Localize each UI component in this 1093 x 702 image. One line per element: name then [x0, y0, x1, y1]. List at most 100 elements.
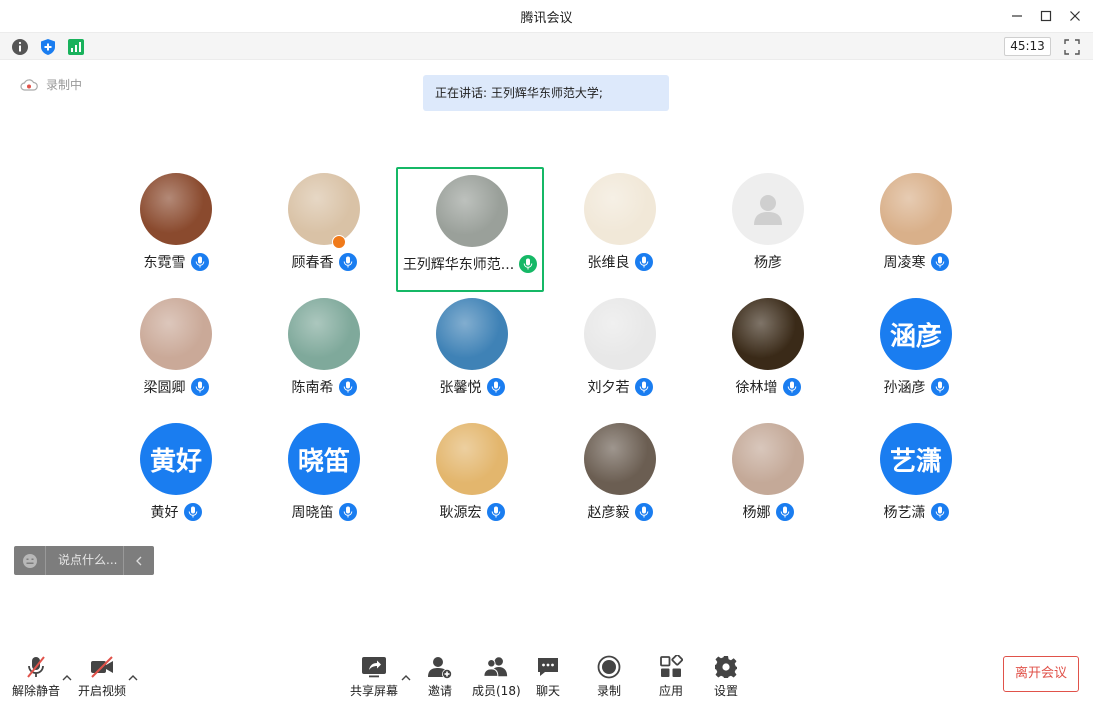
maximize-icon: [1040, 10, 1052, 22]
participant-name: 张馨悦: [439, 380, 482, 396]
members-button[interactable]: 成员(18): [472, 654, 521, 699]
chat-label: 聊天: [535, 684, 560, 698]
participant-name: 周晓笛: [291, 505, 334, 521]
apps-button[interactable]: 应用: [658, 654, 684, 699]
avatar: 晓笛: [288, 423, 360, 495]
participant-tile[interactable]: 涵彦 孙涵彦: [842, 292, 990, 417]
participant-tile[interactable]: 张维良: [546, 167, 694, 292]
participant-name: 刘夕若: [587, 380, 630, 396]
audio-options-caret-icon[interactable]: [61, 668, 73, 681]
participant-name-row: 孙涵彦: [842, 376, 990, 398]
participant-tile[interactable]: 耿源宏: [398, 417, 546, 542]
participant-tile[interactable]: 梁圆卿: [102, 292, 250, 417]
members-label: 成员(18): [472, 684, 521, 698]
participant-name-row: 王列辉华东师范...: [398, 253, 542, 275]
avatar: [288, 173, 360, 245]
close-icon: [1070, 11, 1080, 21]
participant-tile[interactable]: 黄好 黄好: [102, 417, 250, 542]
chat-placeholder[interactable]: 说点什么...: [46, 546, 124, 575]
participant-name: 周凌寒: [883, 255, 926, 271]
share-options-caret-icon[interactable]: [400, 668, 412, 681]
emoji-icon[interactable]: [14, 546, 46, 575]
share-screen-icon: [362, 657, 386, 678]
participant-tile[interactable]: 陈南希: [250, 292, 398, 417]
avatar-initials: 黄好: [149, 446, 202, 477]
unmute-button[interactable]: 解除静音: [12, 654, 60, 699]
mic-icon: [930, 253, 949, 271]
participant-tile[interactable]: 顾春香: [250, 167, 398, 292]
invite-button[interactable]: 邀请: [427, 654, 453, 699]
chat-quick-input[interactable]: 说点什么...: [14, 546, 154, 575]
host-badge-icon: [332, 235, 346, 249]
participant-tile[interactable]: 张馨悦: [398, 292, 546, 417]
speaking-banner: 正在讲话: 王列辉华东师范大学;: [423, 75, 669, 111]
participant-name-row: 陈南希: [250, 376, 398, 398]
apps-label: 应用: [658, 684, 683, 698]
mic-icon: [775, 503, 794, 521]
avatar: [732, 298, 804, 370]
record-button[interactable]: 录制: [596, 654, 622, 699]
settings-button[interactable]: 设置: [713, 654, 739, 699]
apps-grid-icon: [660, 655, 683, 677]
share-screen-button[interactable]: 共享屏幕: [350, 654, 398, 699]
participant-name: 杨娜: [742, 505, 771, 521]
participant-name-row: 周凌寒: [842, 251, 990, 273]
fullscreen-icon[interactable]: [1063, 38, 1081, 56]
network-signal-icon[interactable]: [67, 38, 85, 56]
recording-label: 录制中: [46, 78, 83, 92]
avatar: [880, 173, 952, 245]
security-shield-icon[interactable]: [39, 38, 57, 56]
mic-icon: [486, 378, 505, 396]
participant-name-row: 杨娜: [694, 501, 842, 523]
video-options-caret-icon[interactable]: [127, 668, 139, 681]
avatar: [140, 298, 212, 370]
avatar: [140, 173, 212, 245]
mic-icon: [183, 503, 202, 521]
start-video-button[interactable]: 开启视频: [78, 654, 126, 699]
participant-name: 杨艺潇: [883, 505, 926, 521]
avatar: 黄好: [140, 423, 212, 495]
avatar: [436, 423, 508, 495]
avatar: 涵彦: [880, 298, 952, 370]
avatar: [288, 298, 360, 370]
mic-icon: [634, 378, 653, 396]
mic-icon: [634, 253, 653, 271]
mic-icon: [930, 503, 949, 521]
chat-button[interactable]: 聊天: [535, 654, 561, 699]
participant-tile[interactable]: 周凌寒: [842, 167, 990, 292]
participant-name-row: 梁圆卿: [102, 376, 250, 398]
participant-tile[interactable]: 徐林增: [694, 292, 842, 417]
avatar-initials: 艺潇: [889, 446, 942, 477]
minimize-button[interactable]: [1006, 6, 1028, 26]
participant-tile[interactable]: 杨彦: [694, 167, 842, 292]
participant-tile[interactable]: 晓笛 周晓笛: [250, 417, 398, 542]
participant-name: 东霓雪: [143, 255, 186, 271]
avatar: [436, 175, 508, 247]
maximize-button[interactable]: [1035, 6, 1057, 26]
participant-tile[interactable]: 王列辉华东师范...: [396, 167, 544, 292]
mic-icon: [930, 378, 949, 396]
unmute-label: 解除静音: [12, 684, 61, 698]
close-button[interactable]: [1064, 6, 1086, 26]
participant-tile[interactable]: 赵彦毅: [546, 417, 694, 542]
avatar: [732, 423, 804, 495]
bottom-toolbar: 解除静音 开启视频 共享屏幕 邀请 成员(18) 聊天 录制 应用 设置 离开会…: [0, 640, 1093, 702]
avatar: 艺潇: [880, 423, 952, 495]
avatar: [584, 173, 656, 245]
participant-name-row: 赵彦毅: [546, 501, 694, 523]
participant-name-row: 黄好: [102, 501, 250, 523]
leave-meeting-button[interactable]: 离开会议: [1003, 656, 1079, 692]
participant-tile[interactable]: 刘夕若: [546, 292, 694, 417]
video-off-icon: [91, 656, 113, 678]
participant-tile[interactable]: 杨娜: [694, 417, 842, 542]
share-screen-label: 共享屏幕: [350, 684, 399, 698]
info-icon[interactable]: [11, 38, 29, 56]
participant-name: 黄好: [150, 505, 179, 521]
mic-icon: [190, 253, 209, 271]
cloud-record-icon: [20, 78, 38, 91]
collapse-chevron-icon[interactable]: [124, 546, 154, 575]
participant-tile[interactable]: 东霓雪: [102, 167, 250, 292]
mic-icon: [190, 378, 209, 396]
participant-name: 顾春香: [291, 255, 334, 271]
participant-tile[interactable]: 艺潇杨艺潇: [842, 417, 990, 542]
